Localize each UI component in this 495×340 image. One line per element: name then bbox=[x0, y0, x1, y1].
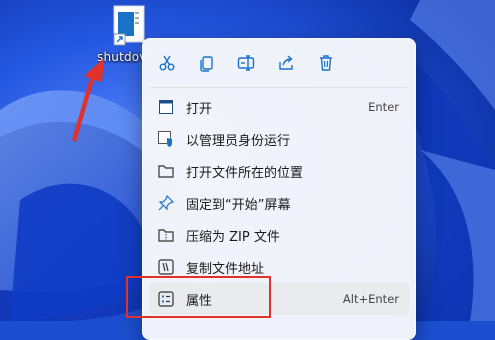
menu-item-open-file-location[interactable]: 打开文件所在的位置 bbox=[149, 155, 409, 187]
menu-item-run-as-admin[interactable]: 以管理员身份运行 bbox=[149, 123, 409, 155]
menu-item-label: 压缩为 ZIP 文件 bbox=[186, 229, 280, 245]
menu-item-shortcut: Alt+Enter bbox=[342, 292, 399, 306]
red-arrow-annotation bbox=[72, 58, 104, 142]
menu-item-label: 固定到“开始”屏幕 bbox=[186, 197, 291, 213]
copy-path-icon bbox=[158, 259, 174, 275]
context-menu-toolbar bbox=[143, 39, 415, 87]
share-icon[interactable] bbox=[274, 51, 298, 75]
menu-item-label: 复制文件地址 bbox=[186, 261, 265, 277]
open-app-icon bbox=[158, 99, 174, 115]
folder-icon bbox=[158, 163, 174, 179]
scissors-icon[interactable] bbox=[155, 51, 179, 75]
copy-icon[interactable] bbox=[195, 51, 219, 75]
menu-item-label: 打开文件所在的位置 bbox=[186, 165, 304, 181]
zip-folder-icon bbox=[158, 227, 174, 243]
menu-item-compress-zip[interactable]: 压缩为 ZIP 文件 bbox=[149, 219, 409, 251]
menu-item-shortcut: Enter bbox=[368, 100, 399, 114]
menu-item-open[interactable]: 打开 Enter bbox=[149, 91, 409, 123]
admin-shield-icon bbox=[158, 131, 174, 147]
red-highlight-box bbox=[126, 276, 271, 318]
menu-item-label: 打开 bbox=[186, 101, 213, 117]
toolbar-divider bbox=[151, 87, 407, 88]
pin-icon bbox=[158, 195, 174, 211]
trash-icon[interactable] bbox=[314, 51, 338, 75]
rename-icon[interactable] bbox=[234, 51, 258, 75]
menu-item-label: 以管理员身份运行 bbox=[186, 133, 291, 149]
menu-item-pin-to-start[interactable]: 固定到“开始”屏幕 bbox=[149, 187, 409, 219]
